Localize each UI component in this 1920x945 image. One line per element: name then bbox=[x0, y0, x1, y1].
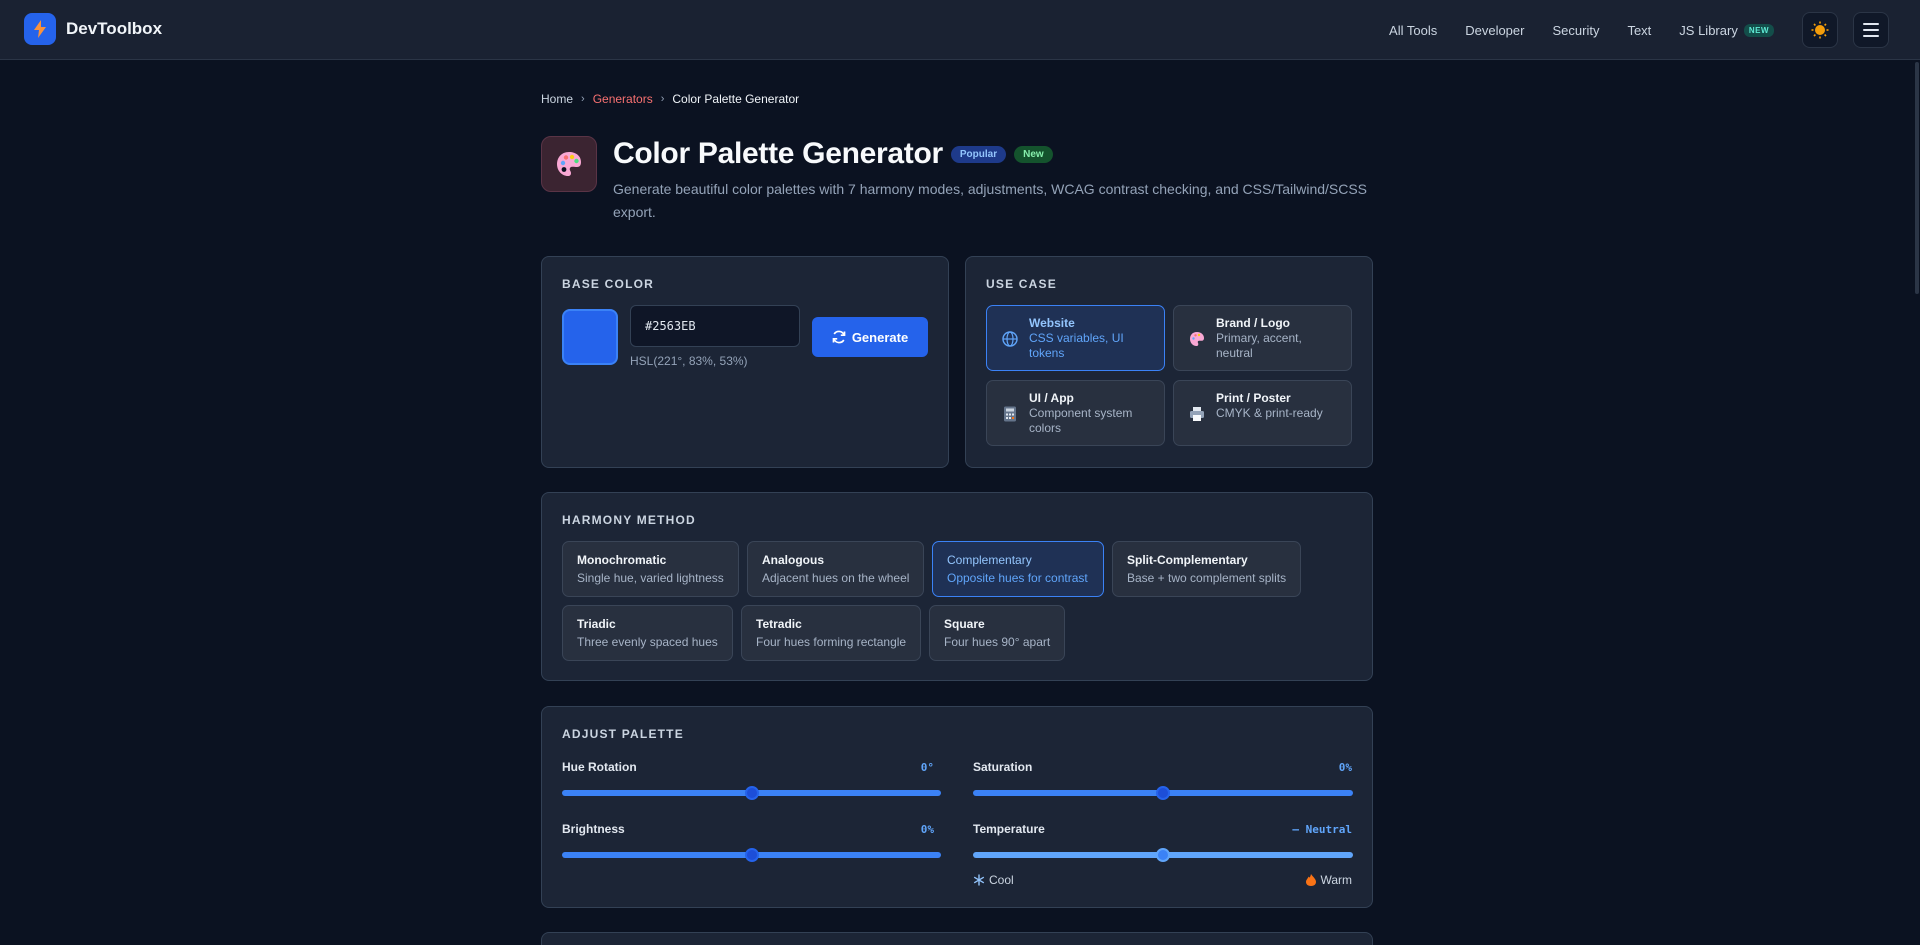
use-case-subtitle: Component system colors bbox=[1029, 406, 1133, 435]
color-swatch[interactable] bbox=[562, 309, 618, 365]
use-case-title: Print / Poster bbox=[1216, 391, 1291, 405]
use-case-title: UI / App bbox=[1029, 391, 1074, 405]
harmony-subtitle: Base + two complement splits bbox=[1127, 571, 1287, 585]
temperature-label: Temperature bbox=[973, 822, 1045, 836]
globe-icon bbox=[1001, 330, 1019, 348]
breadcrumb-home[interactable]: Home bbox=[541, 92, 573, 106]
brightness-label: Brightness bbox=[562, 822, 625, 836]
use-case-website[interactable]: Website CSS variables, UI tokens bbox=[986, 305, 1165, 371]
use-case-title: Website bbox=[1029, 316, 1075, 330]
cool-text: Cool bbox=[989, 873, 1014, 887]
use-case-ui-app[interactable]: UI / App Component system colors bbox=[986, 380, 1165, 446]
brand-name: DevToolbox bbox=[66, 19, 163, 38]
popular-badge: Popular bbox=[950, 145, 1007, 163]
use-case-card: USE CASE Website CSS variables, UI token… bbox=[965, 256, 1373, 468]
use-case-title: Brand / Logo bbox=[1216, 316, 1290, 330]
harmony-subtitle: Three evenly spaced hues bbox=[577, 635, 718, 649]
harmony-subtitle: Single hue, varied lightness bbox=[577, 571, 724, 585]
nav-text[interactable]: Text bbox=[1627, 23, 1651, 38]
harmony-method-label: HARMONY METHOD bbox=[562, 513, 696, 527]
harmony-tetradic[interactable]: Tetradic Four hues forming rectangle bbox=[741, 605, 921, 661]
top-navbar: DevToolbox All Tools Developer Security … bbox=[0, 0, 1920, 60]
harmony-title: Tetradic bbox=[756, 617, 802, 631]
nav-all-tools[interactable]: All Tools bbox=[1389, 23, 1437, 38]
new-badge: New bbox=[1014, 145, 1053, 163]
menu-button[interactable] bbox=[1853, 12, 1889, 48]
harmony-title: Monochromatic bbox=[577, 553, 667, 567]
brand-link[interactable]: DevToolbox bbox=[24, 13, 162, 45]
brightness-thumb[interactable] bbox=[744, 848, 759, 862]
use-case-subtitle: Primary, accent, neutral bbox=[1216, 331, 1302, 360]
warm-text: Warm bbox=[1320, 873, 1352, 887]
hue-rotation-value: 0° bbox=[920, 761, 934, 774]
next-section-card bbox=[541, 932, 1373, 945]
nav-security[interactable]: Security bbox=[1552, 23, 1599, 38]
use-case-subtitle: CSS variables, UI tokens bbox=[1029, 331, 1124, 360]
harmony-monochromatic[interactable]: Monochromatic Single hue, varied lightne… bbox=[562, 541, 739, 597]
saturation-label: Saturation bbox=[973, 760, 1033, 774]
calculator-icon bbox=[1001, 405, 1019, 423]
palette-icon bbox=[541, 136, 597, 192]
hex-input[interactable]: #2563EB bbox=[630, 305, 800, 347]
harmony-subtitle: Opposite hues for contrast bbox=[947, 571, 1088, 585]
temperature-thumb[interactable] bbox=[1156, 848, 1170, 862]
harmony-analogous[interactable]: Analogous Adjacent hues on the wheel bbox=[747, 541, 924, 597]
temperature-value: — Neutral bbox=[1292, 823, 1352, 836]
harmony-method-card: HARMONY METHOD Monochromatic Single hue,… bbox=[541, 492, 1373, 681]
hue-rotation-label: Hue Rotation bbox=[562, 760, 637, 774]
page-title: Color Palette Generator bbox=[613, 137, 943, 170]
harmony-square[interactable]: Square Four hues 90° apart bbox=[929, 605, 1065, 661]
harmony-title: Complementary bbox=[947, 553, 1032, 567]
breadcrumb: Home › Generators › Color Palette Genera… bbox=[541, 92, 799, 106]
sun-icon bbox=[1811, 21, 1829, 39]
harmony-split-complementary[interactable]: Split-Complementary Base + two complemen… bbox=[1112, 541, 1301, 597]
brightness-value: 0% bbox=[920, 823, 934, 836]
hsl-readout: HSL(221°, 83%, 53%) bbox=[630, 354, 748, 368]
base-color-label: BASE COLOR bbox=[562, 277, 655, 291]
harmony-subtitle: Adjacent hues on the wheel bbox=[762, 571, 910, 585]
harmony-subtitle: Four hues forming rectangle bbox=[756, 635, 907, 649]
use-case-subtitle: CMYK & print-ready bbox=[1216, 406, 1323, 420]
title-line: Color Palette Generator Popular New bbox=[613, 136, 1053, 172]
use-case-brand-logo[interactable]: Brand / Logo Primary, accent, neutral bbox=[1173, 305, 1352, 371]
harmony-title: Square bbox=[944, 617, 985, 631]
harmony-complementary[interactable]: Complementary Opposite hues for contrast bbox=[932, 541, 1104, 597]
use-case-label: USE CASE bbox=[986, 277, 1057, 291]
generate-button[interactable]: Generate bbox=[812, 317, 928, 357]
harmony-triadic[interactable]: Triadic Three evenly spaced hues bbox=[562, 605, 733, 661]
generate-label: Generate bbox=[851, 329, 909, 345]
nav-js-library[interactable]: JS Library NEW bbox=[1679, 23, 1774, 38]
refresh-icon bbox=[832, 330, 846, 344]
hamburger-icon bbox=[1863, 23, 1879, 37]
harmony-subtitle: Four hues 90° apart bbox=[944, 635, 1051, 649]
cool-label: Cool bbox=[973, 873, 1014, 887]
saturation-value: 0% bbox=[1338, 761, 1352, 774]
adjust-palette-label: ADJUST PALETTE bbox=[562, 727, 684, 741]
new-badge: NEW bbox=[1743, 23, 1774, 37]
harmony-title: Split-Complementary bbox=[1127, 553, 1248, 567]
base-color-card: BASE COLOR #2563EB HSL(221°, 83%, 53%) G… bbox=[541, 256, 949, 468]
saturation-thumb[interactable] bbox=[1156, 786, 1170, 800]
scrollbar-thumb[interactable] bbox=[1915, 62, 1919, 294]
breadcrumb-current: Color Palette Generator bbox=[672, 92, 800, 106]
palette-icon bbox=[1188, 330, 1206, 348]
use-case-print-poster[interactable]: Print / Poster CMYK & print-ready bbox=[1173, 380, 1352, 446]
flame-icon bbox=[1306, 874, 1317, 886]
snowflake-icon bbox=[973, 874, 985, 886]
nav-developer[interactable]: Developer bbox=[1465, 23, 1524, 38]
adjust-palette-card: ADJUST PALETTE Hue Rotation 0° Saturatio… bbox=[541, 706, 1373, 908]
hue-rotation-thumb[interactable] bbox=[744, 786, 759, 800]
chevron-right-icon: › bbox=[660, 93, 665, 105]
theme-toggle-button[interactable] bbox=[1802, 12, 1838, 48]
bolt-icon bbox=[24, 13, 56, 45]
breadcrumb-generators[interactable]: Generators bbox=[593, 92, 653, 106]
harmony-title: Triadic bbox=[577, 617, 616, 631]
printer-icon bbox=[1188, 405, 1206, 423]
main-nav: All Tools Developer Security Text JS Lib… bbox=[1361, 0, 1774, 60]
chevron-right-icon: › bbox=[581, 93, 585, 105]
nav-js-library-label: JS Library bbox=[1679, 22, 1738, 38]
page-description: Generate beautiful color palettes with 7… bbox=[613, 181, 1368, 220]
harmony-title: Analogous bbox=[762, 553, 824, 567]
warm-label: Warm bbox=[1306, 873, 1352, 887]
